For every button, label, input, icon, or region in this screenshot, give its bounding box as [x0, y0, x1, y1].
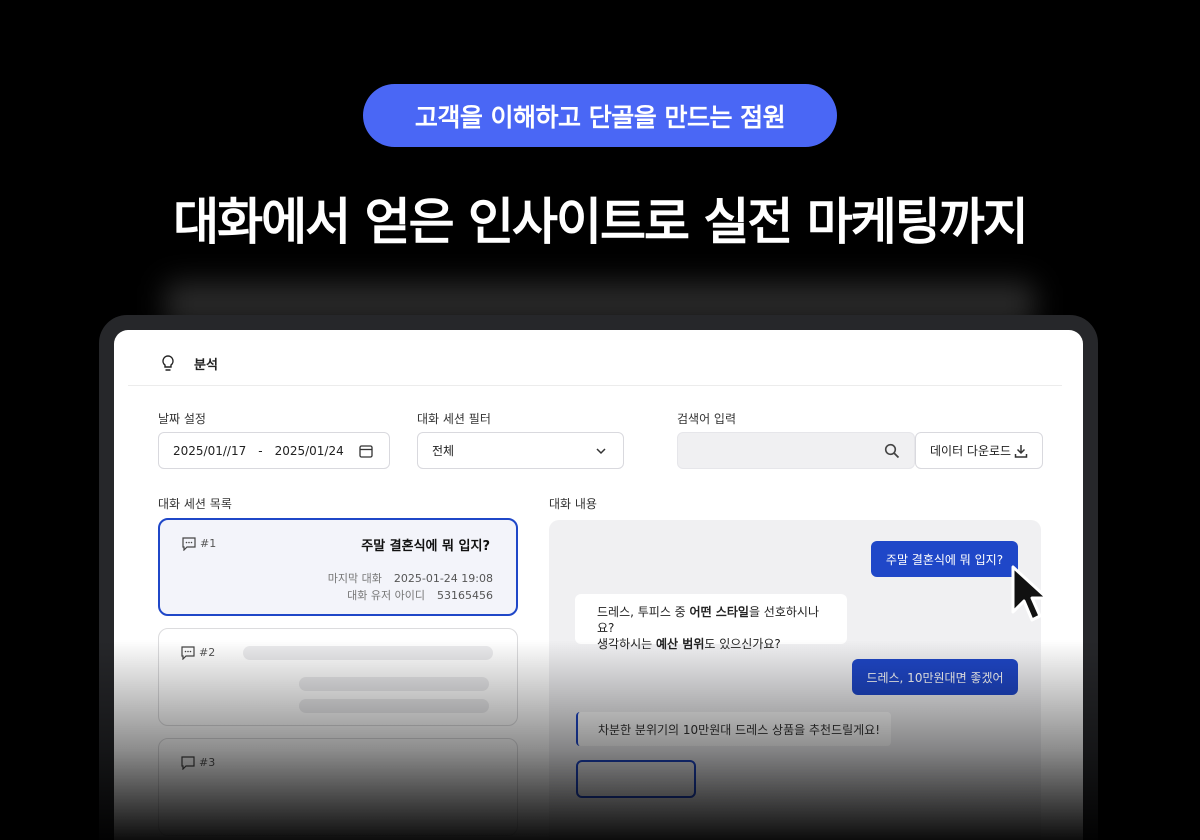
lightbulb-icon: [162, 355, 174, 371]
bot-message: 드레스, 투피스 중 어떤 스타일을 선호하시나요? 생각하시는 예산 범위도 …: [575, 594, 847, 651]
cursor-arrow-icon: [1011, 565, 1049, 622]
session-filter-select[interactable]: 전체: [417, 432, 624, 469]
hero-pill: 고객을 이해하고 단골을 만드는 점원: [363, 84, 837, 147]
skeleton-line: [243, 646, 493, 660]
search-icon[interactable]: [884, 443, 900, 459]
session-user-id: 대화 유저 아이디 53165456: [347, 589, 493, 602]
top-bar: 분석: [128, 330, 1062, 386]
date-range-field[interactable]: 2025/01//17 - 2025/01/24: [158, 432, 390, 469]
date-label: 날짜 설정: [158, 412, 206, 426]
session-card[interactable]: #1 주말 결혼식에 뭐 입지? 마지막 대화 2025-01-24 19:08 …: [158, 518, 518, 616]
chat-bubble-icon: [181, 756, 195, 770]
user-message: 주말 결혼식에 뭐 입지?: [871, 541, 1018, 577]
download-label: 데이터 다운로드: [930, 444, 1012, 458]
hero-headline: 대화에서 얻은 인사이트로 실전 마케팅까지: [173, 193, 1029, 251]
chat-panel: 주말 결혼식에 뭐 입지? 드레스, 투피스 중 어떤 스타일을 선호하시나요?…: [549, 520, 1041, 840]
user-message: 드레스, 10만원대면 좋겠어: [852, 659, 1018, 695]
session-filter-label: 대화 세션 필터: [417, 412, 491, 426]
download-icon: [1014, 445, 1028, 458]
download-button[interactable]: 데이터 다운로드: [915, 432, 1043, 469]
session-question: 주말 결혼식에 뭐 입지?: [361, 539, 490, 554]
chat-content-label: 대화 내용: [549, 497, 597, 511]
chat-bubble-icon: [182, 537, 196, 551]
session-last-chat: 마지막 대화 2025-01-24 19:08: [327, 572, 493, 585]
search-input[interactable]: [677, 432, 915, 469]
date-from: 2025/01//17: [173, 443, 247, 458]
skeleton-line: [299, 699, 489, 713]
session-card[interactable]: #2: [158, 628, 518, 726]
calendar-icon[interactable]: [359, 444, 373, 458]
app-screen: 분석 날짜 설정 대화 세션 필터 검색어 입력 2025/01//17 - 2…: [114, 330, 1083, 840]
product-card[interactable]: [576, 760, 696, 798]
search-label: 검색어 입력: [677, 412, 737, 426]
bot-recommendation: 차분한 분위기의 10만원대 드레스 상품을 추천드릴게요!: [576, 712, 891, 746]
skeleton-line: [299, 677, 489, 691]
section-title: 분석: [194, 358, 218, 373]
date-to: 2025/01/24: [274, 443, 344, 458]
session-number: #3: [199, 756, 216, 769]
chevron-down-icon: [596, 448, 606, 455]
session-number: #1: [200, 537, 217, 550]
chat-bubble-icon: [181, 646, 195, 660]
session-number: #2: [199, 646, 216, 659]
session-card[interactable]: #3: [158, 738, 518, 836]
session-filter-value: 전체: [432, 444, 455, 458]
session-list-label: 대화 세션 목록: [158, 497, 232, 511]
date-separator: -: [258, 443, 263, 458]
